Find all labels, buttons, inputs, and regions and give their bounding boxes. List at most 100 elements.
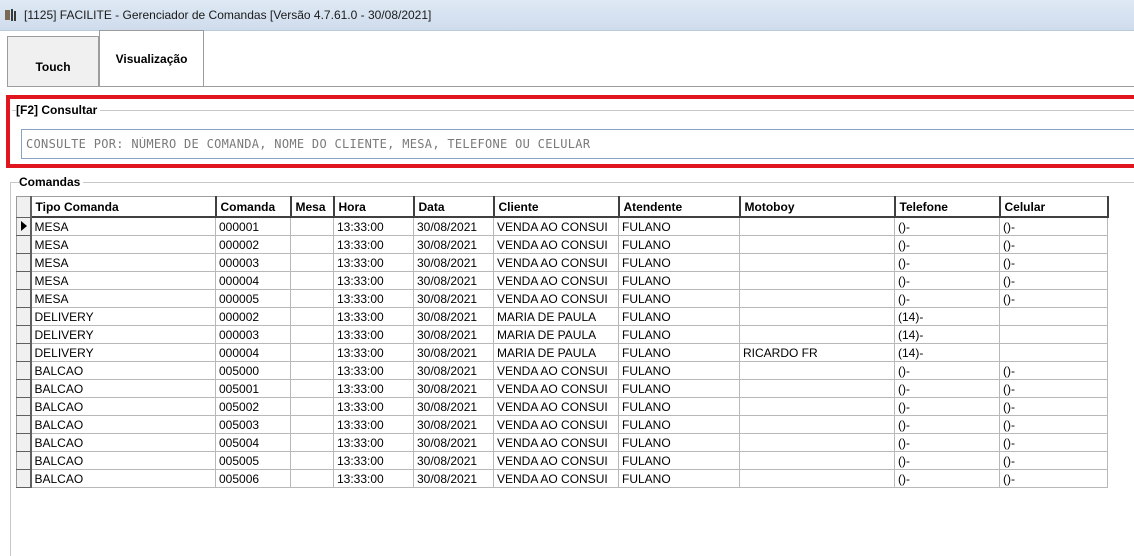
cell-mesa — [290, 415, 334, 434]
cell-celular: ()- — [999, 235, 1108, 254]
cell-tipo-comanda: DELIVERY — [30, 307, 216, 326]
column-header-celular[interactable]: Celular — [999, 196, 1109, 218]
cell-comanda: 000005 — [215, 289, 291, 308]
row-indicator[interactable] — [16, 343, 32, 362]
cell-hora: 13:33:00 — [333, 235, 414, 254]
cell-comanda: 000004 — [215, 343, 291, 362]
row-indicator[interactable] — [16, 451, 32, 470]
column-header-tipo-comanda[interactable]: Tipo Comanda — [30, 196, 217, 218]
cell-motoboy — [739, 469, 895, 488]
cell-data: 30/08/2021 — [413, 253, 494, 272]
table-row[interactable]: DELIVERY 000002 13:33:00 30/08/2021 MARIA DE… — [16, 307, 1108, 326]
cell-telefone: (14)- — [894, 325, 1000, 344]
table-row[interactable]: MESA 000002 13:33:00 30/08/2021 VENDA AO CON… — [16, 235, 1108, 254]
row-indicator[interactable] — [16, 433, 32, 452]
cell-mesa — [290, 361, 334, 380]
cell-mesa — [290, 451, 334, 470]
cell-celular — [999, 343, 1108, 362]
cell-cliente: VENDA AO CONSUI — [493, 415, 619, 434]
cell-atendente: FULANO — [618, 451, 740, 470]
search-input[interactable] — [21, 129, 1134, 159]
cell-telefone: ()- — [894, 361, 1000, 380]
row-indicator[interactable] — [16, 469, 32, 488]
cell-atendente: FULANO — [618, 343, 740, 362]
row-indicator[interactable] — [16, 253, 32, 272]
cell-celular: ()- — [999, 289, 1108, 308]
cell-motoboy — [739, 415, 895, 434]
cell-motoboy — [739, 216, 895, 236]
cell-motoboy — [739, 289, 895, 308]
table-row[interactable]: BALCAO 005003 13:33:00 30/08/2021 VENDA AO C… — [16, 415, 1108, 434]
table-row[interactable]: DELIVERY 000004 13:33:00 30/08/2021 MARIA DE… — [16, 343, 1108, 362]
cell-tipo-comanda: BALCAO — [30, 361, 216, 380]
cell-mesa — [290, 379, 334, 398]
tab-touch[interactable]: Touch — [7, 36, 99, 87]
cell-telefone: ()- — [894, 289, 1000, 308]
cell-data: 30/08/2021 — [413, 271, 494, 290]
cell-hora: 13:33:00 — [333, 397, 414, 416]
row-indicator[interactable] — [16, 379, 32, 398]
column-header-comanda[interactable]: Comanda — [215, 196, 292, 218]
cell-telefone: (14)- — [894, 307, 1000, 326]
row-indicator[interactable] — [16, 397, 32, 416]
column-header-mesa[interactable]: Mesa — [290, 196, 335, 218]
table-row[interactable]: DELIVERY 000003 13:33:00 30/08/2021 MARIA DE… — [16, 325, 1108, 344]
cell-comanda: 000004 — [215, 271, 291, 290]
cell-data: 30/08/2021 — [413, 289, 494, 308]
table-row[interactable]: MESA 000003 13:33:00 30/08/2021 VENDA AO CON… — [16, 253, 1108, 272]
cell-tipo-comanda: BALCAO — [30, 469, 216, 488]
row-indicator[interactable] — [16, 271, 32, 290]
cell-atendente: FULANO — [618, 271, 740, 290]
table-row[interactable]: BALCAO 005001 13:33:00 30/08/2021 VENDA AO C… — [16, 379, 1108, 398]
cell-hora: 13:33:00 — [333, 271, 414, 290]
row-indicator[interactable] — [16, 325, 32, 344]
table-row[interactable]: BALCAO 005005 13:33:00 30/08/2021 VENDA AO C… — [16, 451, 1108, 470]
column-header-motoboy[interactable]: Motoboy — [739, 196, 896, 218]
table-row[interactable]: MESA 000005 13:33:00 30/08/2021 VENDA AO CON… — [16, 289, 1108, 308]
table-header-row: Tipo Comanda Comanda Mesa Hora Data Cliente At… — [16, 196, 1109, 218]
row-indicator[interactable] — [16, 307, 32, 326]
cell-telefone: ()- — [894, 271, 1000, 290]
column-header-data[interactable]: Data — [413, 196, 495, 218]
cell-hora: 13:33:00 — [333, 361, 414, 380]
cell-comanda: 000002 — [215, 307, 291, 326]
cell-mesa — [290, 289, 334, 308]
cell-cliente: VENDA AO CONSUI — [493, 271, 619, 290]
cell-tipo-comanda: MESA — [30, 271, 216, 290]
cell-mesa — [290, 433, 334, 452]
cell-celular: ()- — [999, 415, 1108, 434]
cell-comanda: 005002 — [215, 397, 291, 416]
table-row[interactable]: MESA 000004 13:33:00 30/08/2021 VENDA AO CON… — [16, 271, 1108, 290]
column-header-telefone[interactable]: Telefone — [894, 196, 1001, 218]
row-indicator[interactable] — [16, 216, 32, 236]
cell-telefone: ()- — [894, 216, 1000, 236]
cell-data: 30/08/2021 — [413, 235, 494, 254]
cell-data: 30/08/2021 — [413, 397, 494, 416]
row-indicator[interactable] — [16, 361, 32, 380]
row-indicator[interactable] — [16, 415, 32, 434]
row-indicator[interactable] — [16, 289, 32, 308]
table-row[interactable]: BALCAO 005000 13:33:00 30/08/2021 VENDA AO C… — [16, 361, 1108, 380]
table-row[interactable]: BALCAO 005004 13:33:00 30/08/2021 VENDA AO C… — [16, 433, 1108, 452]
cell-atendente: FULANO — [618, 433, 740, 452]
table-row[interactable]: BALCAO 005006 13:33:00 30/08/2021 VENDA AO C… — [16, 469, 1108, 488]
cell-tipo-comanda: DELIVERY — [30, 325, 216, 344]
cell-tipo-comanda: BALCAO — [30, 397, 216, 416]
row-indicator[interactable] — [16, 235, 32, 254]
cell-tipo-comanda: DELIVERY — [30, 343, 216, 362]
cell-mesa — [290, 253, 334, 272]
cell-telefone: ()- — [894, 235, 1000, 254]
cell-hora: 13:33:00 — [333, 469, 414, 488]
table-row[interactable]: MESA 000001 13:33:00 30/08/2021 VENDA AO CON… — [16, 216, 1108, 236]
cell-comanda: 005006 — [215, 469, 291, 488]
column-header-atendente[interactable]: Atendente — [618, 196, 741, 218]
column-header-hora[interactable]: Hora — [333, 196, 415, 218]
cell-celular: ()- — [999, 379, 1108, 398]
tab-visualizacao[interactable]: Visualização — [99, 30, 204, 87]
cell-cliente: MARIA DE PAULA — [493, 307, 619, 326]
table-row[interactable]: BALCAO 005002 13:33:00 30/08/2021 VENDA AO C… — [16, 397, 1108, 416]
cell-data: 30/08/2021 — [413, 451, 494, 470]
cell-atendente: FULANO — [618, 397, 740, 416]
cell-celular: ()- — [999, 253, 1108, 272]
column-header-cliente[interactable]: Cliente — [493, 196, 620, 218]
